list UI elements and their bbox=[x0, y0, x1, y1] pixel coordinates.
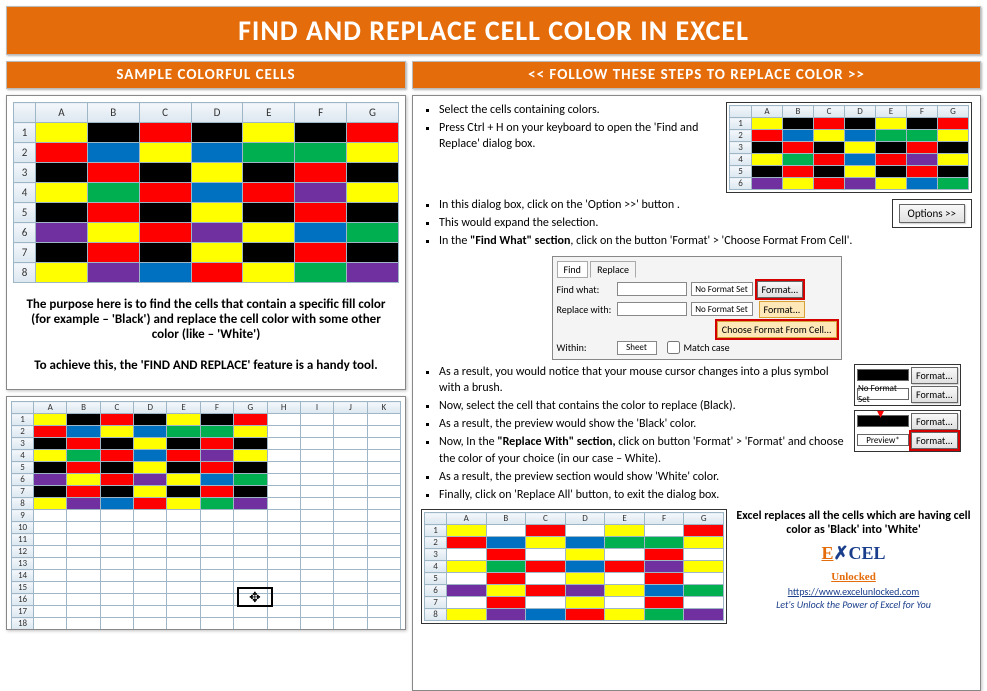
find-format-preview: No Format Set bbox=[691, 282, 753, 296]
step-6: As a result, you would notice that your … bbox=[439, 364, 848, 396]
match-case-checkbox[interactable] bbox=[667, 341, 680, 354]
step-3: In this dialog box, click on the 'Option… bbox=[439, 197, 884, 213]
match-case-label: Match case bbox=[684, 341, 730, 354]
step-11: Finally, click on 'Replace All' button, … bbox=[439, 487, 848, 503]
replace-with-input[interactable] bbox=[617, 302, 687, 316]
format-btn-1[interactable]: Format... bbox=[911, 367, 958, 384]
step-5: In the "Find What" section, click on the… bbox=[439, 233, 884, 249]
replace-with-label: Replace with: bbox=[557, 303, 613, 316]
format-btn-2[interactable]: Format... bbox=[911, 386, 958, 403]
find-replace-dialog: Find Replace Find what: No Format Set Fo… bbox=[552, 256, 842, 360]
result-summary: Excel replaces all the cells which are h… bbox=[735, 509, 972, 537]
left-heading: SAMPLE COLORFUL CELLS bbox=[6, 61, 406, 89]
find-what-input[interactable] bbox=[617, 282, 687, 296]
within-select[interactable]: Sheet bbox=[617, 341, 657, 355]
tab-replace[interactable]: Replace bbox=[590, 261, 636, 278]
excel-unlocked-logo: E✗CEL Unlocked bbox=[735, 543, 972, 585]
options-button[interactable]: Options >> bbox=[899, 204, 965, 223]
right-heading: << FOLLOW THESE STEPS TO REPLACE COLOR >… bbox=[412, 61, 981, 89]
website-link[interactable]: https://www.excelunlocked.com bbox=[788, 585, 920, 598]
step-2: Press Ctrl + H on your keyboard to open … bbox=[439, 120, 718, 152]
steps-panel: Select the cells containing colors. Pres… bbox=[412, 95, 981, 691]
step-4: This would expand the selection. bbox=[439, 215, 884, 231]
worksheet-panel: ABCDEFGHIJK 123456789101112131415161718 … bbox=[6, 396, 406, 630]
achieve-text: To achieve this, the 'FIND AND REPLACE' … bbox=[13, 354, 399, 377]
format-btn-3[interactable]: Format... bbox=[911, 413, 958, 430]
choose-format-from-cell[interactable]: Choose Format From Cell... bbox=[717, 321, 837, 338]
tagline: Let's Unlock the Power of Excel for You bbox=[776, 598, 931, 611]
find-format-button[interactable]: Format... bbox=[757, 281, 804, 298]
move-cursor-icon: ✥ bbox=[237, 587, 273, 607]
step-10: As a result, the preview section would s… bbox=[439, 469, 848, 485]
format-menu-item[interactable]: Format... bbox=[759, 301, 806, 318]
format-btn-4[interactable]: Format... bbox=[911, 432, 958, 449]
find-what-label: Find what: bbox=[557, 283, 613, 296]
step-1: Select the cells containing colors. bbox=[439, 102, 718, 118]
white-preview-block: ▾ Format... Preview*Format... bbox=[854, 410, 961, 452]
step-9: Now, In the "Replace With" section, clic… bbox=[439, 434, 848, 466]
replace-format-preview: No Format Set bbox=[691, 302, 753, 316]
worksheet-grid[interactable]: ABCDEFGHIJK 123456789101112131415161718 bbox=[11, 401, 401, 630]
mini-grid-image: ABCDEFG 123456 bbox=[726, 102, 972, 193]
black-preview-block: Format... No Format SetFormat... bbox=[854, 364, 961, 406]
purpose-text: The purpose here is to find the cells th… bbox=[13, 293, 399, 346]
result-grid-image: ABCDEFG 12345678 bbox=[421, 509, 727, 624]
step-7: Now, select the cell that contains the c… bbox=[439, 398, 848, 414]
options-button-image: Options >> bbox=[892, 199, 972, 228]
sample-panel: ABCDEFG 12345678 The purpose here is to … bbox=[6, 95, 406, 390]
step-8: As a result, the preview would show the … bbox=[439, 416, 848, 432]
main-title: FIND AND REPLACE CELL COLOR IN EXCEL bbox=[6, 6, 981, 55]
tab-find[interactable]: Find bbox=[557, 261, 588, 278]
within-label: Within: bbox=[557, 341, 613, 354]
sample-grid: ABCDEFG 12345678 bbox=[13, 102, 399, 283]
